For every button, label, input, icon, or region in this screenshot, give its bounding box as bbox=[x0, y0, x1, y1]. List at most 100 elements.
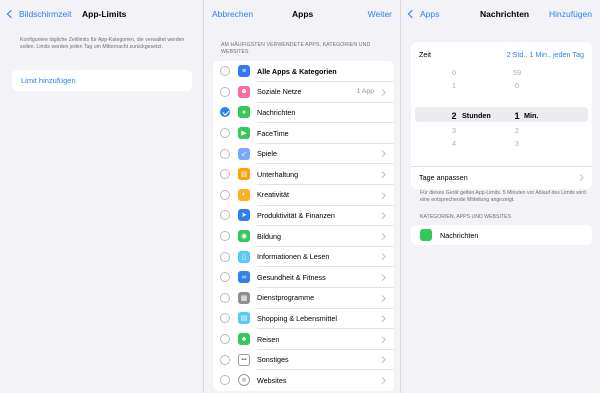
checkbox[interactable] bbox=[220, 210, 230, 221]
minutes-value: 59 bbox=[512, 68, 522, 77]
hours-value: 3 bbox=[451, 126, 457, 135]
checkbox[interactable] bbox=[220, 128, 230, 139]
back-label: Bildschirmzeit bbox=[19, 9, 72, 19]
bicycle-icon: ∞ bbox=[238, 271, 250, 284]
back-button-bildschirmzeit[interactable]: Bildschirmzeit bbox=[6, 9, 72, 19]
app-category-label: Soziale Netze bbox=[257, 87, 302, 97]
divider bbox=[411, 166, 592, 167]
app-category-label: Reisen bbox=[257, 334, 280, 344]
app-category-label: Gesundheit & Fitness bbox=[257, 272, 326, 282]
apps-title: Apps bbox=[292, 9, 314, 19]
app-category-row[interactable]: ◐ Kreativität bbox=[213, 185, 394, 206]
app-category-row[interactable]: ♣ Reisen bbox=[213, 329, 394, 350]
checkbox[interactable] bbox=[220, 66, 230, 77]
checkbox[interactable] bbox=[220, 189, 230, 200]
app-category-row[interactable]: ◎ Websites bbox=[213, 370, 394, 391]
chevron-right-icon[interactable] bbox=[378, 191, 385, 199]
shopping-icon: ▤ bbox=[238, 312, 250, 325]
chevron-right-icon[interactable] bbox=[378, 171, 385, 178]
app-category-row[interactable]: ➤ Produktivität & Finanzen bbox=[213, 205, 394, 226]
time-settings-card: Zeit 2 Std., 1 Min., jeden Tag 0 1 2 3 4 Stu… bbox=[411, 42, 592, 189]
add-limit-button[interactable]: Limit hinzufügen bbox=[12, 70, 192, 91]
checkbox[interactable] bbox=[220, 86, 230, 97]
minutes-unit-label: Min. bbox=[524, 111, 539, 120]
app-category-label: Bildung bbox=[257, 231, 281, 241]
checkbox[interactable] bbox=[220, 292, 230, 303]
checkbox[interactable] bbox=[220, 272, 230, 283]
chevron-right-icon[interactable] bbox=[378, 377, 385, 384]
checkbox[interactable] bbox=[220, 169, 230, 180]
app-category-row[interactable]: ∞ Gesundheit & Fitness bbox=[213, 267, 394, 288]
app-count-detail: 1 App bbox=[356, 88, 374, 96]
chevron-right-icon bbox=[576, 174, 583, 181]
checkbox[interactable] bbox=[220, 231, 230, 242]
social-icon: ☻ bbox=[238, 85, 250, 98]
checkbox[interactable] bbox=[220, 334, 230, 345]
minutes-wheel[interactable]: 59 0 1 2 3 bbox=[509, 66, 525, 162]
checkbox[interactable] bbox=[220, 354, 230, 365]
picker-selection-band bbox=[415, 107, 588, 122]
app-category-row[interactable]: ● Nachrichten bbox=[213, 102, 394, 123]
time-picker[interactable]: 0 1 2 3 4 Stunden 59 0 1 2 3 Min. bbox=[415, 66, 588, 162]
app-category-row[interactable]: ••• Sonstiges bbox=[213, 349, 394, 370]
app-category-label: Unterhaltung bbox=[257, 169, 299, 179]
facetime-icon: ▶ bbox=[238, 127, 250, 140]
minutes-value: 1 bbox=[514, 111, 520, 121]
time-value[interactable]: 2 Std., 1 Min., jeden Tag bbox=[507, 50, 584, 59]
minutes-value: 3 bbox=[514, 139, 520, 148]
app-category-row[interactable]: ▦ Dienstprogramme bbox=[213, 288, 394, 309]
chevron-right-icon[interactable] bbox=[378, 232, 385, 240]
chevron-right-icon[interactable] bbox=[378, 356, 385, 363]
page-title: App-Limits bbox=[82, 9, 127, 19]
compass-icon: ◎ bbox=[238, 374, 250, 387]
back-label: Apps bbox=[420, 9, 440, 19]
next-button[interactable]: Weiter bbox=[368, 9, 392, 19]
app-category-row[interactable]: ≡ Alle Apps & Kategorien bbox=[213, 61, 394, 82]
back-button-apps[interactable]: Apps bbox=[407, 9, 440, 19]
app-limits-navbar: Bildschirmzeit App-Limits bbox=[0, 0, 203, 30]
app-category-row[interactable]: ▶ FaceTime bbox=[213, 123, 394, 144]
hours-value: 0 bbox=[451, 68, 457, 77]
messages-icon bbox=[420, 229, 432, 241]
chevron-right-icon[interactable] bbox=[378, 212, 385, 219]
hours-value: 4 bbox=[451, 139, 457, 148]
app-category-row[interactable]: ▥ Unterhaltung bbox=[213, 164, 394, 185]
detail-title: Nachrichten bbox=[480, 9, 530, 19]
chevron-left-icon bbox=[6, 9, 16, 19]
chevron-right-icon[interactable] bbox=[378, 294, 385, 302]
app-category-row[interactable]: ▯ Informationen & Lesen bbox=[213, 246, 394, 267]
chevron-right-icon[interactable] bbox=[378, 150, 385, 157]
chevron-right-icon[interactable] bbox=[378, 253, 385, 260]
chevron-right-icon[interactable] bbox=[378, 335, 385, 343]
app-limits-pane: Bildschirmzeit App-Limits Konfiguriere t… bbox=[0, 0, 203, 393]
app-category-label: FaceTime bbox=[257, 128, 289, 138]
add-button[interactable]: Hinzufügen bbox=[549, 9, 592, 19]
customize-days-row[interactable]: Tage anpassen bbox=[419, 173, 468, 182]
checkbox[interactable] bbox=[220, 375, 230, 386]
app-category-row[interactable]: ◉ Bildung bbox=[213, 226, 394, 247]
checkbox-checked[interactable] bbox=[220, 107, 230, 118]
messages-icon: ● bbox=[238, 106, 250, 119]
minutes-value: 0 bbox=[514, 81, 520, 90]
checkbox[interactable] bbox=[220, 313, 230, 324]
calculator-icon: ▦ bbox=[238, 291, 250, 304]
app-category-label: Sonstiges bbox=[257, 355, 289, 365]
hours-unit-label: Stunden bbox=[462, 111, 491, 120]
hours-value: 1 bbox=[451, 81, 457, 90]
checkbox[interactable] bbox=[220, 251, 230, 262]
chevron-right-icon[interactable] bbox=[378, 274, 385, 281]
paperplane-icon: ➤ bbox=[238, 209, 250, 222]
app-category-row[interactable]: ▤ Shopping & Lebensmittel bbox=[213, 308, 394, 329]
checkbox[interactable] bbox=[220, 148, 230, 159]
hours-wheel[interactable]: 0 1 2 3 4 bbox=[446, 66, 462, 162]
chevron-right-icon[interactable] bbox=[378, 88, 385, 96]
app-category-row[interactable]: ➶ Spiele bbox=[213, 143, 394, 164]
book-icon: ▯ bbox=[238, 250, 250, 263]
app-category-label: Websites bbox=[257, 375, 287, 385]
app-category-label: Dienstprogramme bbox=[257, 293, 315, 303]
app-category-row[interactable]: ☻ Soziale Netze 1 App bbox=[213, 82, 394, 103]
cancel-button[interactable]: Abbrechen bbox=[212, 9, 253, 19]
time-label: Zeit bbox=[419, 50, 431, 59]
chevron-right-icon[interactable] bbox=[378, 315, 385, 322]
app-category-label: Nachrichten bbox=[257, 107, 296, 117]
